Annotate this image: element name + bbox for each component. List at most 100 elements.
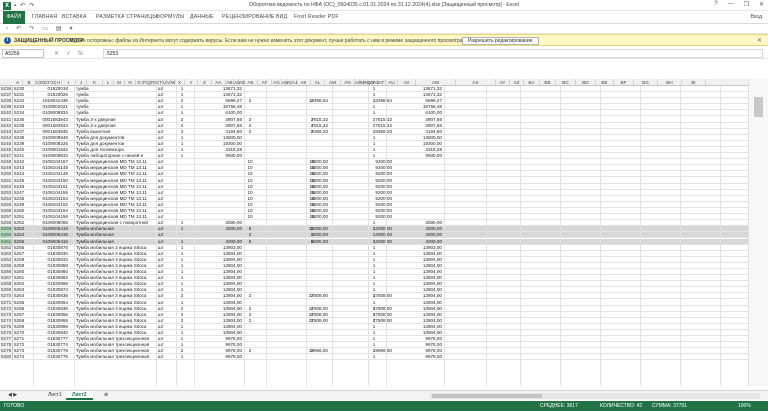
column-header[interactable]: AG (272, 79, 282, 86)
redo-icon[interactable]: ↷ (29, 25, 34, 32)
column-header[interactable]: BE (596, 79, 614, 86)
enter-icon[interactable]: ✓ (66, 50, 71, 57)
column-header[interactable]: AL (311, 79, 325, 86)
enable-editing-button[interactable]: Разрешить редактирование (462, 36, 539, 45)
column-header[interactable]: A (13, 79, 23, 86)
column-header[interactable]: AM (325, 79, 341, 86)
add-sheet-icon[interactable]: ⊕ (98, 391, 114, 400)
cell-s3[interactable] (336, 354, 392, 360)
horizontal-scrollbar[interactable] (430, 393, 760, 399)
cell-s1[interactable]: 9978,00 (196, 354, 242, 360)
cell-inv[interactable]: 01830775 (34, 354, 68, 360)
column-header[interactable]: BF (614, 79, 634, 86)
formula-input[interactable]: 5253 (103, 49, 763, 58)
undo-icon[interactable]: ↶ (16, 25, 21, 32)
ribbon-tab[interactable]: ВСТАВКА (62, 11, 87, 24)
cell-a[interactable]: 5274 (14, 354, 33, 360)
column-header[interactable]: I (62, 79, 76, 86)
column-header[interactable]: AU (386, 79, 398, 86)
column-header[interactable]: M (114, 79, 125, 86)
column-header[interactable]: AX (456, 79, 496, 86)
column-header[interactable]: BH (658, 79, 682, 86)
ribbon-tabs: Вход ФАЙЛ ГЛАВНАЯ ВСТАВКА РАЗМЕТКА СТРАНИЦЫ… (0, 11, 768, 24)
column-header[interactable]: AW (416, 79, 456, 86)
customize-icon[interactable]: ▾ (70, 25, 73, 32)
new-file-icon[interactable]: ▭ (42, 25, 48, 32)
column-header[interactable]: BB (540, 79, 556, 86)
cell-u[interactable]: шт (158, 354, 172, 360)
scrollbar-thumb[interactable] (432, 394, 542, 398)
sheet-tab[interactable]: Лист2 (66, 391, 93, 400)
close-button[interactable]: ✕ (759, 1, 764, 8)
ribbon-tab[interactable]: ДАННЫЕ (190, 11, 214, 24)
save-icon[interactable]: ▫ (6, 26, 8, 32)
column-header[interactable]: AB (226, 79, 234, 86)
title-bar: X ▪ ↶ ↷ Оборотная ведомость по НФА (ОС)_… (0, 0, 768, 11)
grid-line (720, 86, 721, 386)
column-header[interactable]: Z (198, 79, 212, 86)
column-header[interactable]: AY (496, 79, 510, 86)
column-header[interactable]: BG (634, 79, 658, 86)
maximize-button[interactable]: ❐ (744, 1, 749, 8)
ribbon-tab[interactable]: ФАЙЛ (3, 11, 25, 24)
column-header[interactable]: AK (297, 79, 311, 86)
column-header[interactable]: AV (398, 79, 416, 86)
column-header[interactable]: J (76, 79, 87, 86)
formula-bar: A5259 ✕ ✓ fx 5253 (0, 48, 768, 59)
spreadsheet-grid[interactable]: A B C D E F G H I J K L M N O P Q R S T U V W X Y Z AA AB AC AD AE AF AG… (0, 79, 748, 386)
vertical-scrollbar[interactable] (748, 79, 768, 386)
column-header[interactable]: O (136, 79, 143, 86)
column-header[interactable]: K (87, 79, 103, 86)
column-header[interactable]: N (125, 79, 136, 86)
sign-in-link[interactable]: Вход (751, 11, 762, 24)
function-icon[interactable]: fx (78, 51, 83, 57)
column-header[interactable]: BD (576, 79, 596, 86)
column-header[interactable]: AT (378, 79, 386, 86)
column-header[interactable]: AZ (510, 79, 524, 86)
close-icon[interactable]: ✕ (757, 37, 762, 44)
cell-q[interactable]: 1 (178, 354, 186, 360)
column-headers: A B C D E F G H I J K L M N O P Q R S T U V W X Y Z AA AB AC AD AE AF AG… (0, 79, 748, 86)
column-header[interactable]: AA (212, 79, 226, 86)
sheet-nav-icon[interactable]: ◀ ▶ (2, 391, 23, 400)
ribbon-tab[interactable]: ГЛАВНАЯ (32, 11, 57, 24)
column-header[interactable]: AE (244, 79, 258, 86)
formula-buttons: ✕ ✓ fx (54, 49, 83, 58)
cell-q4[interactable]: 1 (370, 354, 378, 360)
open-file-icon[interactable]: ▤ (56, 25, 62, 32)
ribbon-tab[interactable]: РЕЦЕНЗИРОВАНИЕ (222, 11, 275, 24)
ribbon-tab[interactable]: РАЗМЕТКА СТРАНИЦЫ (96, 11, 157, 24)
cell-name[interactable]: Тумба мобильная трехсекционная (76, 354, 164, 360)
column-header[interactable]: BC (556, 79, 576, 86)
minimize-button[interactable]: — (728, 1, 734, 8)
cell-q2[interactable] (246, 354, 254, 360)
column-header[interactable]: BA (524, 79, 540, 86)
cancel-icon[interactable]: ✕ (54, 50, 59, 57)
protected-view-message: Будьте осторожны: файлы из Интернета мог… (70, 38, 464, 44)
sheet-tab-bar: ◀ ▶ Лист1 Лист2 ⊕ (0, 390, 768, 400)
column-header[interactable]: L (103, 79, 114, 86)
column-header[interactable]: AF (258, 79, 272, 86)
row-header[interactable]: 5280 (0, 354, 13, 361)
column-header[interactable]: X (175, 79, 185, 86)
cell-q3[interactable] (308, 354, 316, 360)
zoom-level[interactable]: 100% (738, 401, 751, 411)
name-box[interactable]: A5259 (2, 49, 44, 58)
column-header[interactable]: B (23, 79, 36, 86)
ribbon-tab[interactable]: Foxit Reader PDF (294, 11, 339, 24)
cell-s2[interactable] (272, 354, 328, 360)
sheet-tab[interactable]: Лист1 (42, 391, 68, 400)
ribbon-tab[interactable]: ФОРМУЛЫ (156, 11, 184, 24)
table-row[interactable]: 5280 5274 01830775 Тумба мобильная трехсекц… (0, 354, 748, 361)
status-average: СРЕДНЕЕ: 3617 (540, 403, 578, 409)
grid-line (386, 86, 387, 386)
grid-line (156, 86, 157, 386)
status-count: КОЛИЧЕСТВО: 42 (600, 403, 643, 409)
help-icon[interactable]: ? (714, 1, 717, 8)
cell-s4[interactable]: 9978,00 (390, 354, 442, 360)
ribbon-tab[interactable]: ВИД (276, 11, 287, 24)
column-header[interactable]: AN (341, 79, 355, 86)
column-header[interactable]: BI (682, 79, 706, 86)
column-header[interactable]: Y (185, 79, 198, 86)
scrollbar-thumb[interactable] (754, 97, 763, 117)
